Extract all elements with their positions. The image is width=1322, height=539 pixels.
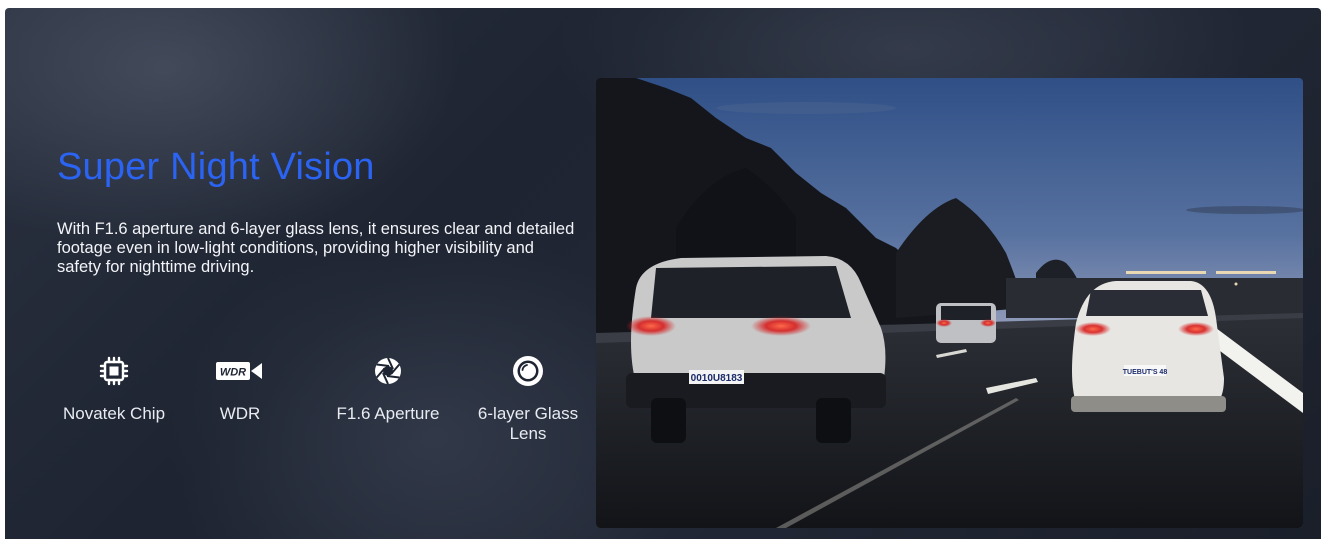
section-description: With F1.6 aperture and 6-layer glass len…	[57, 220, 575, 276]
feature-label: F1.6 Aperture	[336, 404, 440, 423]
lens-icon	[511, 354, 545, 393]
night-road-photo: 0010U8183 TUEBUT'S 48	[596, 78, 1303, 528]
wdr-icon-text: WDR	[220, 366, 246, 378]
feature-label: Novatek Chip	[62, 404, 166, 423]
feature-aperture: F1.6 Aperture	[323, 354, 453, 424]
feature-wdr: WDR WDR	[200, 354, 280, 424]
chip-icon	[99, 356, 129, 391]
feature-label: WDR	[219, 404, 261, 423]
wdr-camera-icon: WDR	[216, 360, 264, 387]
left-plate-text: 0010U8183	[691, 373, 743, 384]
right-plate-text: TUEBUT'S 48	[1123, 369, 1168, 376]
feature-novatek-chip: Novatek Chip	[49, 354, 179, 424]
section-title: Super Night Vision	[57, 146, 375, 188]
night-vision-section: Super Night Vision With F1.6 aperture an…	[5, 8, 1321, 539]
feature-glass-lens: 6-layer Glass Lens	[473, 354, 583, 444]
feature-label: 6-layer Glass Lens	[477, 404, 579, 443]
aperture-icon	[373, 356, 403, 391]
